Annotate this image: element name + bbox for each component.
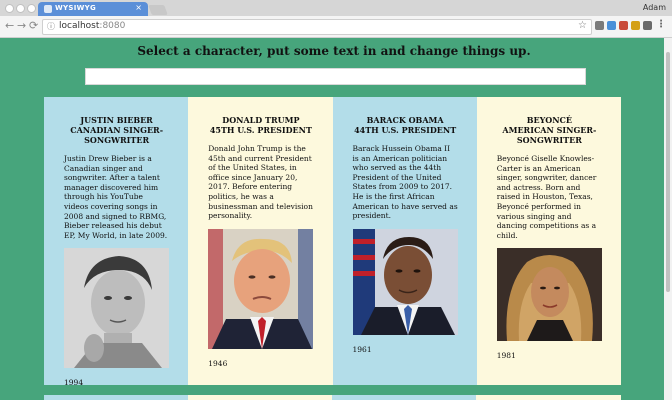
next-row-card	[332, 395, 476, 400]
address-bar[interactable]: ⓘ localhost:8080 ☆	[42, 19, 592, 35]
character-bio: Justin Drew Bieber is a Canadian singer …	[64, 154, 168, 240]
back-icon[interactable]: ←	[5, 19, 14, 32]
character-card-barack-obama[interactable]: BARACK OBAMA 44TH U.S. PRESIDENT Barack H…	[332, 97, 477, 385]
browser-menu-icon[interactable]: ⋮	[656, 19, 666, 30]
extension-icon[interactable]	[643, 21, 652, 30]
character-bio: Beyoncé Giselle Knowles-Carter is an Ame…	[496, 154, 597, 240]
character-card-justin-bieber[interactable]: JUSTIN BIEBER CANADIAN SINGER-SONGWRITER …	[44, 97, 189, 388]
birth-year: 1994	[64, 378, 84, 388]
favicon-icon	[44, 5, 52, 13]
minimize-window-button[interactable]	[16, 4, 25, 13]
portrait-image	[352, 228, 458, 335]
page-info-icon[interactable]: ⓘ	[47, 21, 55, 32]
character-name: JUSTIN BIEBER CANADIAN SINGER-SONGWRITER	[70, 115, 164, 145]
close-window-button[interactable]	[5, 4, 14, 13]
birth-year: 1946	[208, 358, 228, 368]
bookmark-star-icon[interactable]: ☆	[578, 20, 587, 31]
portrait-image	[208, 228, 314, 349]
birth-year: 1961	[352, 344, 372, 354]
next-row-card	[476, 395, 621, 400]
character-bio: Barack Hussein Obama II is an American p…	[352, 144, 458, 221]
browser-toolbar: ← → ⟳ ⓘ localhost:8080 ☆ ⋮	[0, 16, 672, 38]
character-bio: Donald John Trump is the 45th and curren…	[208, 144, 313, 221]
reload-icon[interactable]: ⟳	[29, 19, 38, 32]
extension-icon[interactable]	[619, 21, 628, 30]
browser-tab[interactable]: WYSIWYG ×	[38, 2, 148, 16]
portrait-image	[496, 248, 602, 342]
window-titlebar: WYSIWYG × Adam	[0, 0, 672, 16]
character-name: DONALD TRUMP 45TH U.S. PRESIDENT	[209, 115, 312, 135]
scrollbar-thumb[interactable]	[666, 52, 670, 292]
portrait-image	[64, 248, 169, 369]
maximize-window-button[interactable]	[27, 4, 36, 13]
address-url: localhost:8080	[59, 21, 126, 31]
character-card-beyonce[interactable]: BEYONCÉ AMERICAN SINGER-SONGWRITER Beyonc…	[476, 97, 621, 385]
character-cards: JUSTIN BIEBER CANADIAN SINGER-SONGWRITER …	[44, 97, 621, 388]
character-name: BARACK OBAMA 44TH U.S. PRESIDENT	[354, 115, 457, 135]
text-input[interactable]	[85, 68, 586, 85]
birth-year: 1981	[496, 351, 516, 361]
next-row-card	[44, 395, 188, 400]
character-name: BEYONCÉ AMERICAN SINGER-SONGWRITER	[502, 115, 597, 145]
profile-name[interactable]: Adam	[643, 3, 666, 12]
character-card-donald-trump[interactable]: DONALD TRUMP 45TH U.S. PRESIDENT Donald J…	[188, 97, 333, 385]
new-tab-button[interactable]	[148, 5, 168, 15]
next-row-card	[188, 395, 332, 400]
extension-icon[interactable]	[607, 21, 616, 30]
forward-icon[interactable]: →	[17, 19, 26, 32]
extension-icon[interactable]	[595, 21, 604, 30]
tab-close-icon[interactable]: ×	[135, 3, 142, 12]
tab-title: WYSIWYG	[55, 4, 97, 12]
page-content: Select a character, put some text in and…	[0, 38, 672, 400]
page-title: Select a character, put some text in and…	[137, 44, 531, 58]
extension-icon[interactable]	[631, 21, 640, 30]
